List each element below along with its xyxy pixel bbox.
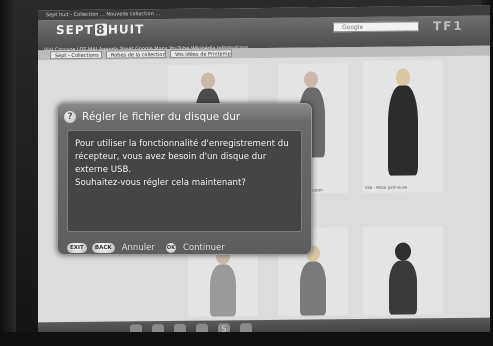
- continue-button[interactable]: Continuer: [183, 241, 225, 255]
- tab-3[interactable]: Vos idées de Printemps: [170, 49, 232, 58]
- search-input[interactable]: Google: [333, 21, 419, 33]
- dialog-message-line: Souhaitez-vous régler cela maintenant?: [75, 178, 246, 188]
- hdd-setup-dialog: ? Régler le fichier du disque dur Pour u…: [57, 103, 312, 255]
- model-head: [201, 72, 215, 89]
- logo-prefix: SEPT: [56, 22, 94, 38]
- model-body: [388, 85, 418, 176]
- model-head: [304, 71, 318, 88]
- exit-key-icon[interactable]: EXIT: [67, 242, 87, 253]
- dialog-message-line: récepteur, vous avez besoin d'un disque …: [75, 152, 267, 175]
- site-logo[interactable]: SEPT 8 HUIT: [56, 22, 144, 37]
- model-body: [300, 261, 326, 316]
- tv-bezel-bottom: [0, 332, 493, 346]
- model-head: [395, 242, 411, 261]
- question-mark-icon: ?: [64, 111, 76, 123]
- dialog-message-line: Pour utiliser la fonctionnalité d'enregi…: [75, 139, 289, 149]
- cancel-button[interactable]: Annuler: [122, 241, 155, 255]
- dialog-title: Régler le fichier du disque dur: [82, 111, 241, 123]
- dialog-footer: EXIT BACK Annuler OK Continuer: [67, 237, 231, 253]
- channel-logo: TF1: [433, 18, 464, 34]
- dialog-message-panel: Pour utiliser la fonctionnalité d'enregi…: [67, 130, 302, 232]
- product-photo[interactable]: [363, 226, 443, 315]
- product-photo[interactable]: Vila - Robe patineuse: [363, 60, 443, 193]
- logo-suffix: HUIT: [107, 22, 145, 37]
- tab-1[interactable]: Sept - Collections: [50, 50, 102, 60]
- browser-header: SEPT8HUIT Google TF1 Vial Corsage LOT MA…: [38, 15, 490, 53]
- model-body: [389, 260, 417, 315]
- ok-key-icon[interactable]: OK: [165, 242, 176, 253]
- model-body: [210, 264, 236, 317]
- product-caption[interactable]: Vila - Robe patineuse: [365, 184, 441, 189]
- back-key-icon[interactable]: BACK: [91, 242, 115, 253]
- logo-digit: 8: [94, 22, 107, 37]
- dialog-message: Pour utiliser la fonctionnalité d'enregi…: [75, 138, 295, 190]
- tab-2[interactable]: Robes de la collection: [106, 50, 166, 59]
- tv-bezel-left: [0, 0, 16, 346]
- model-head: [396, 68, 410, 87]
